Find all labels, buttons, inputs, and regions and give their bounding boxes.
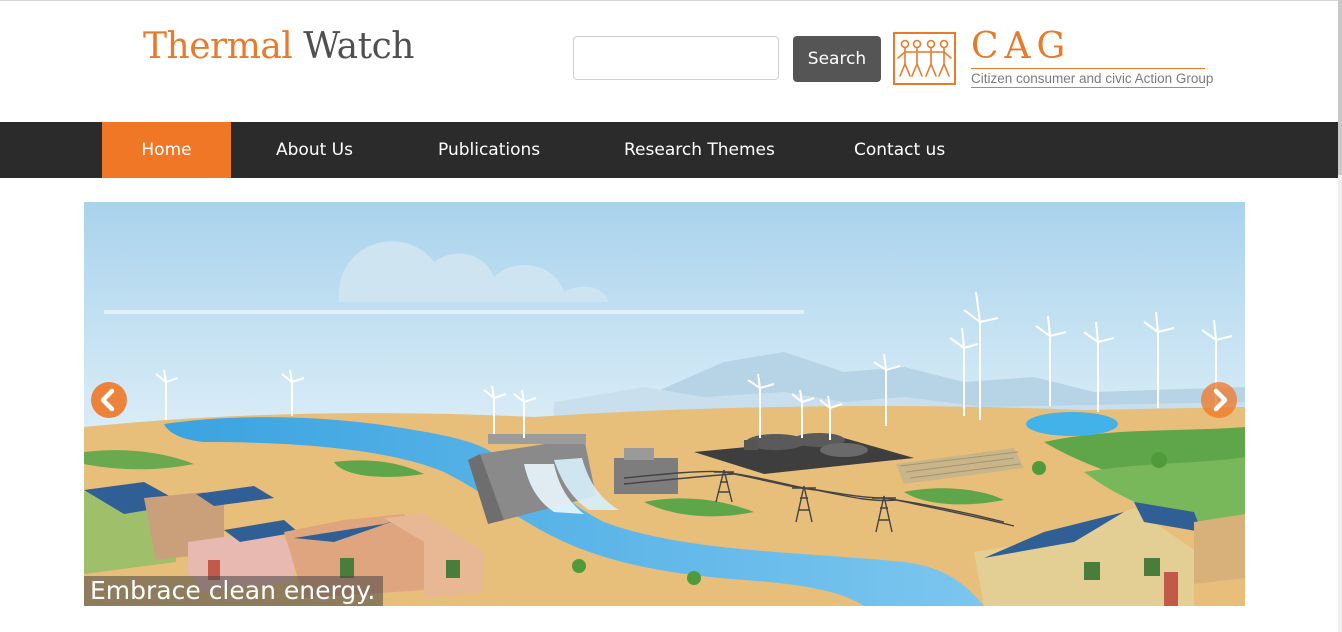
hero-slider: Embrace clean energy.: [84, 202, 1245, 606]
nav-item-about-us[interactable]: About Us: [276, 122, 353, 178]
chevron-right-icon: [1201, 382, 1237, 418]
cag-divider: [971, 68, 1205, 69]
scrollbar[interactable]: [1338, 0, 1342, 632]
slider-prev-button[interactable]: [90, 381, 128, 419]
site-logo[interactable]: Thermal Watch: [143, 26, 414, 67]
nav-item-contact-us[interactable]: Contact us: [854, 122, 945, 178]
slide-caption: Embrace clean energy.: [84, 576, 384, 606]
top-border: [0, 0, 1342, 1]
main-nav: Home About Us Publications Research Them…: [0, 122, 1338, 178]
cag-divider-bottom: [971, 87, 1205, 88]
cag-title: CAG: [971, 26, 1072, 67]
logo-word-thermal: Thermal: [143, 26, 293, 67]
cag-subtitle: Citizen consumer and civic Action Group: [971, 71, 1214, 86]
cag-logo-icon[interactable]: [893, 32, 956, 85]
nav-item-home[interactable]: Home: [102, 122, 231, 178]
scrollbar-thumb[interactable]: [1338, 0, 1342, 175]
slider-next-button[interactable]: [1200, 381, 1238, 419]
chevron-left-icon: [91, 382, 127, 418]
nav-item-publications[interactable]: Publications: [438, 122, 540, 178]
clean-energy-illustration: [84, 202, 1245, 606]
logo-word-watch: Watch: [303, 26, 414, 67]
nav-item-research-themes[interactable]: Research Themes: [624, 122, 775, 178]
search-input[interactable]: [573, 36, 779, 80]
search-button[interactable]: Search: [793, 36, 881, 82]
